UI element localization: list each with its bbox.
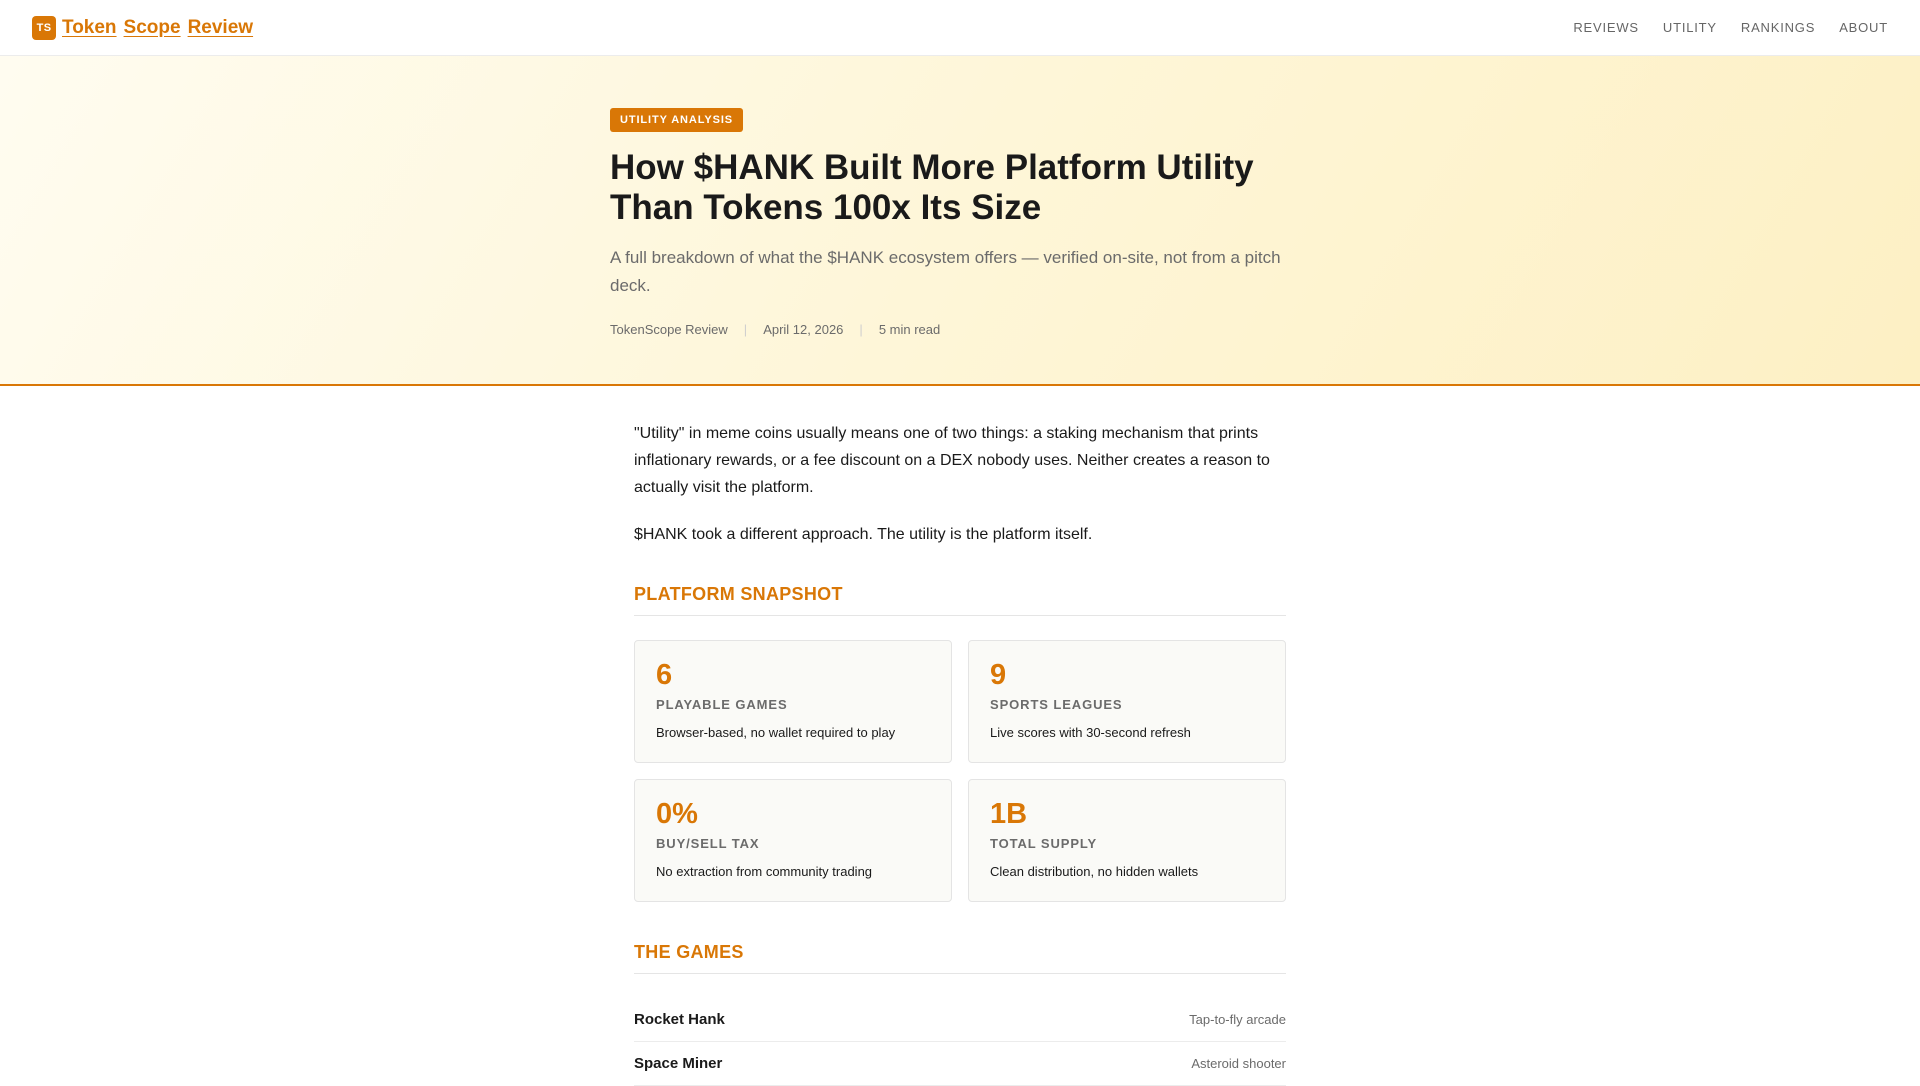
- brand-logo[interactable]: TS Token Scope Review: [32, 15, 254, 40]
- meta-read-time: 5 min read: [878, 322, 941, 337]
- game-type: Asteroid shooter: [1191, 1056, 1286, 1071]
- stat-description: Browser-based, no wallet required to pla…: [656, 725, 896, 740]
- section-title-games: THE GAMES: [634, 942, 1286, 974]
- article-meta: TokenScope Review | April 12, 2026 | 5 m…: [610, 322, 1290, 337]
- stat-label: SPORTS LEAGUES: [990, 697, 1123, 712]
- brand-word-review[interactable]: Review: [188, 17, 253, 39]
- article-headline: How $HANK Built More Platform Utility Th…: [610, 148, 1254, 227]
- stat-value: 6: [656, 659, 673, 691]
- stat-description: No extraction from community trading: [656, 864, 873, 879]
- stat-card-games: 6 PLAYABLE GAMES Browser-based, no walle…: [634, 640, 952, 763]
- stat-card-leagues: 9 SPORTS LEAGUES Live scores with 30-sec…: [968, 640, 1286, 763]
- game-name: Rocket Hank: [634, 1011, 725, 1028]
- category-tag[interactable]: UTILITY ANALYSIS: [610, 108, 744, 132]
- nav-links: REVIEWS UTILITY RANKINGS ABOUT: [1573, 20, 1888, 35]
- stat-description: Clean distribution, no hidden wallets: [990, 864, 1199, 879]
- games-list: Rocket Hank Tap-to-fly arcade Space Mine…: [634, 998, 1286, 1086]
- nav-link-rankings[interactable]: RANKINGS: [1741, 20, 1815, 35]
- stat-card-supply: 1B TOTAL SUPPLY Clean distribution, no h…: [968, 779, 1286, 902]
- meta-author: TokenScope Review: [610, 322, 728, 337]
- stat-label: PLAYABLE GAMES: [656, 697, 788, 712]
- stat-label: TOTAL SUPPLY: [990, 836, 1098, 851]
- brand-badge-icon: TS: [32, 15, 56, 40]
- brand-word-scope[interactable]: Scope: [124, 17, 181, 39]
- hero-content: UTILITY ANALYSIS How $HANK Built More Pl…: [610, 108, 1290, 337]
- stat-value: 0%: [656, 798, 698, 830]
- nav-link-about[interactable]: ABOUT: [1839, 20, 1888, 35]
- list-item: Rocket Hank Tap-to-fly arcade: [634, 998, 1286, 1042]
- list-item: Space Miner Asteroid shooter: [634, 1042, 1286, 1086]
- stat-value: 1B: [990, 798, 1028, 830]
- stat-label: BUY/SELL TAX: [656, 836, 760, 851]
- intro-paragraph: "Utility" in meme coins usually means on…: [634, 425, 1270, 496]
- intro-paragraph: $HANK took a different approach. The uti…: [634, 526, 1093, 543]
- meta-divider: |: [859, 322, 863, 337]
- article-body: "Utility" in meme coins usually means on…: [634, 420, 1286, 1086]
- section-title-snapshot: PLATFORM SNAPSHOT: [634, 584, 1286, 616]
- game-type: Tap-to-fly arcade: [1189, 1012, 1286, 1027]
- meta-divider: |: [743, 322, 748, 337]
- article-subhead: A full breakdown of what the $HANK ecosy…: [610, 248, 1281, 295]
- game-name: Space Miner: [634, 1055, 723, 1072]
- stat-value: 9: [990, 659, 1007, 691]
- nav-link-reviews[interactable]: REVIEWS: [1573, 20, 1639, 35]
- stat-card-tax: 0% BUY/SELL TAX No extraction from commu…: [634, 779, 952, 902]
- article-hero: UTILITY ANALYSIS How $HANK Built More Pl…: [0, 56, 1920, 386]
- nav-link-utility[interactable]: UTILITY: [1663, 20, 1717, 35]
- top-nav: TS Token Scope Review REVIEWS UTILITY RA…: [0, 0, 1920, 56]
- stat-description: Live scores with 30-second refresh: [990, 725, 1191, 740]
- meta-date: April 12, 2026: [763, 322, 844, 337]
- brand-word-token[interactable]: Token: [62, 17, 117, 39]
- stats-grid: 6 PLAYABLE GAMES Browser-based, no walle…: [634, 640, 1286, 902]
